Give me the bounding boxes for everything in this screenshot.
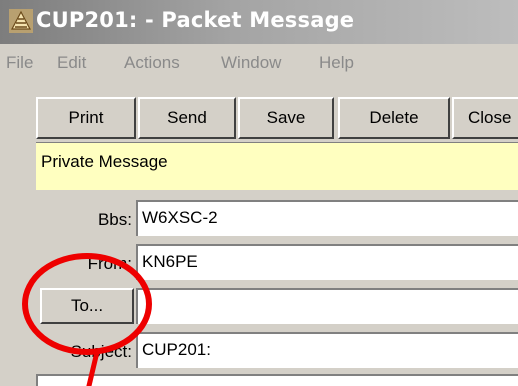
to-field[interactable] xyxy=(136,288,518,324)
packet-message-window: CUP201: - Packet Message File Edit Actio… xyxy=(0,0,518,386)
close-button[interactable]: Close xyxy=(452,97,518,139)
send-button[interactable]: Send xyxy=(138,97,236,139)
menu-help[interactable]: Help xyxy=(319,53,354,73)
to-button[interactable]: To... xyxy=(40,288,134,324)
message-type-banner: Private Message xyxy=(36,142,518,190)
delete-button[interactable]: Delete xyxy=(338,97,450,139)
bbs-field[interactable]: W6XSC-2 xyxy=(136,200,518,236)
menu-bar: File Edit Actions Window Help xyxy=(0,44,518,82)
app-icon xyxy=(9,9,33,33)
from-field[interactable]: KN6PE xyxy=(136,244,518,280)
subject-field[interactable]: CUP201: xyxy=(136,332,518,368)
bbs-label: Bbs: xyxy=(97,210,132,229)
subject-label: Subject: xyxy=(70,342,132,361)
title-bar[interactable]: CUP201: - Packet Message xyxy=(0,0,518,44)
menu-edit[interactable]: Edit xyxy=(57,53,86,73)
from-label: From: xyxy=(87,254,132,273)
window-title: CUP201: - Packet Message xyxy=(36,8,355,32)
save-button[interactable]: Save xyxy=(238,97,334,139)
print-button[interactable]: Print xyxy=(36,97,136,139)
menu-window[interactable]: Window xyxy=(221,53,281,73)
toolbar: Print Send Save Delete Close xyxy=(36,97,518,139)
menu-actions[interactable]: Actions xyxy=(124,53,180,73)
message-body-field[interactable] xyxy=(36,374,518,386)
menu-file[interactable]: File xyxy=(6,53,33,73)
